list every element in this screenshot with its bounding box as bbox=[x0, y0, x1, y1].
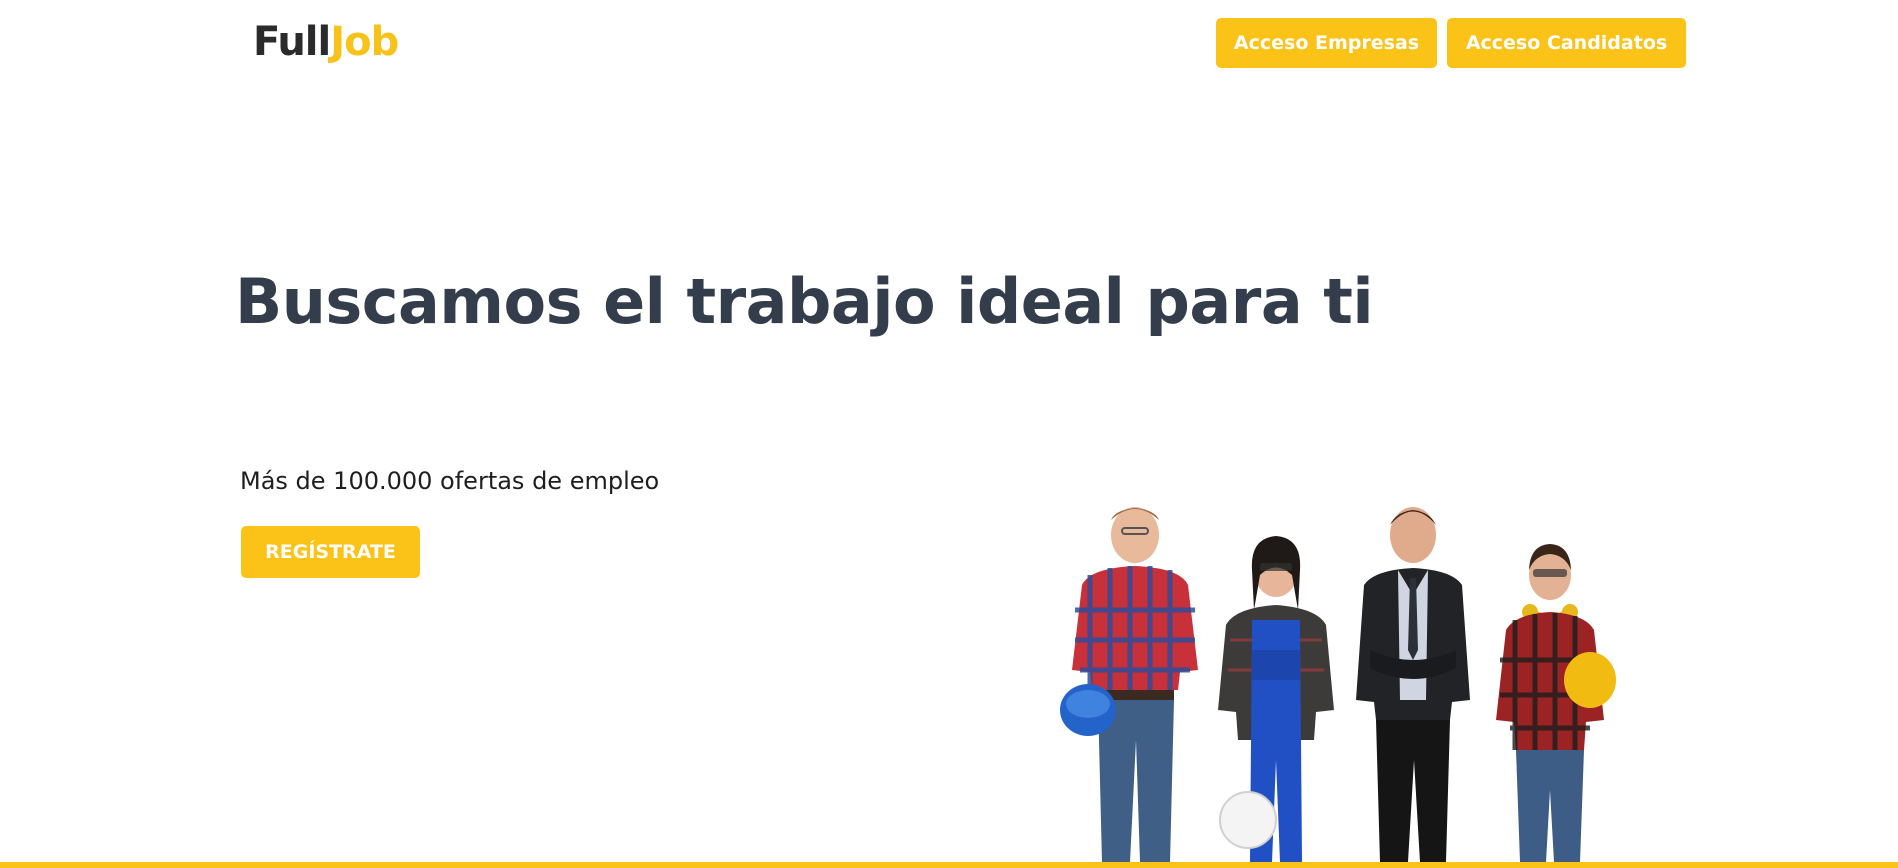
hero-title: Buscamos el trabajo ideal para ti bbox=[235, 265, 1374, 338]
accent-bottom-bar bbox=[0, 862, 1898, 868]
worker-3-figure bbox=[1356, 507, 1470, 862]
worker-1-figure bbox=[1060, 507, 1198, 862]
acceso-empresas-button[interactable]: Acceso Empresas bbox=[1216, 18, 1437, 68]
logo-text-job: Job bbox=[330, 19, 399, 65]
page: FullJob Acceso Empresas Acceso Candidato… bbox=[0, 0, 1898, 868]
hero-subtitle: Más de 100.000 ofertas de empleo bbox=[240, 467, 660, 495]
fulljob-logo[interactable]: FullJob bbox=[253, 18, 399, 66]
acceso-candidatos-button[interactable]: Acceso Candidatos bbox=[1447, 18, 1686, 68]
worker-2-figure bbox=[1218, 536, 1334, 862]
register-button[interactable]: REGÍSTRATE bbox=[241, 526, 420, 578]
worker-4-figure bbox=[1496, 544, 1616, 862]
workers-group-image bbox=[1060, 507, 1616, 862]
logo-text-full: Full bbox=[253, 19, 331, 65]
